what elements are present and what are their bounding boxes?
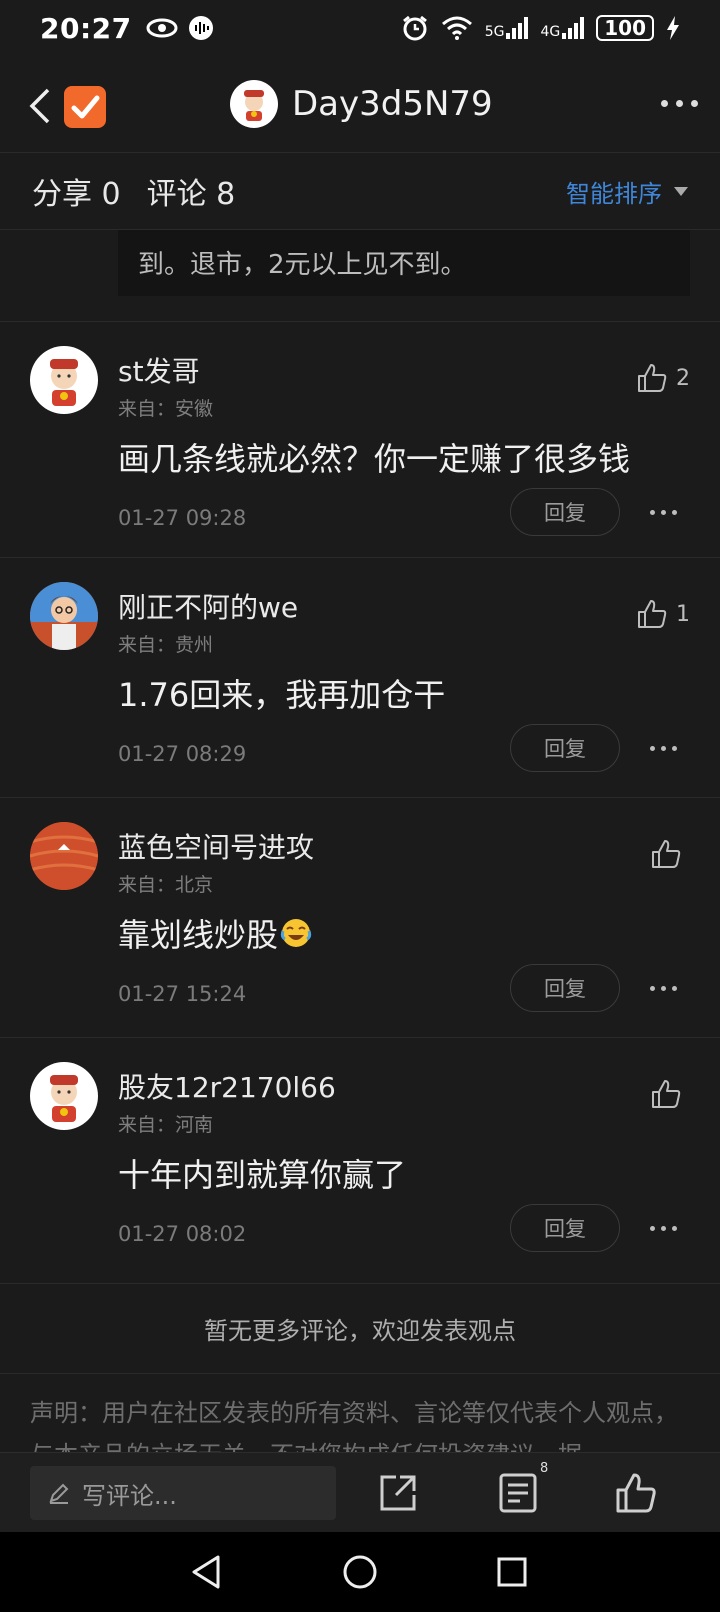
reply-button[interactable]: 回复 bbox=[510, 724, 620, 772]
thumbs-up-icon bbox=[652, 1080, 681, 1108]
commenter-location: 来自：河南 bbox=[118, 1114, 214, 1136]
reply-button[interactable]: 回复 bbox=[510, 1204, 620, 1252]
wifi-icon bbox=[441, 16, 472, 40]
thumbs-up-icon bbox=[652, 840, 681, 868]
app-logo-icon[interactable] bbox=[64, 86, 106, 128]
comment-more-icon[interactable] bbox=[650, 510, 677, 515]
comment-more-icon[interactable] bbox=[650, 1226, 677, 1231]
commenter-location: 来自：贵州 bbox=[118, 634, 214, 656]
commenter-avatar[interactable] bbox=[30, 582, 98, 650]
charging-icon bbox=[667, 16, 679, 40]
commenter-name[interactable]: 股友12r2170l66 bbox=[118, 1066, 336, 1106]
author-avatar[interactable] bbox=[230, 80, 278, 128]
signal-4g-icon: 4G bbox=[540, 17, 585, 39]
battery-indicator: 100 bbox=[596, 15, 654, 41]
comments-list-icon[interactable] bbox=[496, 1471, 540, 1515]
commenter-name[interactable]: st发哥 bbox=[118, 350, 200, 390]
nav-home-icon[interactable] bbox=[342, 1554, 378, 1590]
like-button[interactable] bbox=[650, 838, 690, 870]
comment-tabs: 分享 0 评论 8 智能排序 bbox=[0, 152, 720, 230]
top-nav: Day3d5N79 bbox=[0, 56, 720, 152]
like-button[interactable]: 1 bbox=[636, 598, 690, 630]
nav-recents-icon[interactable] bbox=[496, 1556, 528, 1588]
comment-text: 1.76回来，我再加仓干 bbox=[118, 676, 446, 714]
more-options-icon[interactable] bbox=[661, 100, 698, 107]
comment-time: 01-27 09:28 bbox=[118, 506, 247, 530]
comment-item: 刚正不阿的we 来自：贵州 1.76回来，我再加仓干 01-27 08:29 回… bbox=[0, 558, 720, 798]
like-count: 1 bbox=[676, 601, 690, 627]
commenter-avatar[interactable] bbox=[30, 346, 98, 414]
comment-more-icon[interactable] bbox=[650, 986, 677, 991]
status-time: 20:27 bbox=[40, 11, 132, 45]
back-arrow-icon[interactable] bbox=[26, 86, 56, 126]
comment-item: st发哥 来自：安徽 画几条线就必然？你一定赚了很多钱 01-27 09:28 … bbox=[0, 322, 720, 558]
page-title: Day3d5N79 bbox=[292, 84, 493, 124]
comment-text: 画几条线就必然？你一定赚了很多钱 bbox=[118, 440, 631, 478]
commenter-avatar[interactable] bbox=[30, 822, 98, 890]
tab-share[interactable]: 分享 0 bbox=[32, 169, 121, 213]
bottom-action-bar: 写评论... 8 bbox=[0, 1452, 720, 1532]
comment-time: 01-27 08:02 bbox=[118, 1222, 247, 1246]
comment-more-icon[interactable] bbox=[650, 746, 677, 751]
caret-down-icon bbox=[674, 186, 688, 196]
reply-button[interactable]: 回复 bbox=[510, 964, 620, 1012]
comment-text: 靠划线炒股 bbox=[118, 916, 279, 954]
nav-back-icon[interactable] bbox=[190, 1554, 222, 1590]
comment-time: 01-27 08:29 bbox=[118, 742, 247, 766]
tab-comments[interactable]: 评论 8 bbox=[147, 169, 236, 213]
commenter-location: 来自：安徽 bbox=[118, 398, 214, 420]
laughing-crying-emoji-icon bbox=[280, 917, 312, 957]
commenter-avatar[interactable] bbox=[30, 1062, 98, 1130]
comment-text-wrap: 靠划线炒股 bbox=[118, 910, 312, 957]
sort-dropdown[interactable]: 智能排序 bbox=[566, 174, 688, 209]
write-comment-placeholder: 写评论... bbox=[82, 1481, 177, 1510]
system-navigation-bar bbox=[0, 1532, 720, 1612]
alarm-icon bbox=[402, 15, 427, 41]
eye-icon bbox=[146, 18, 178, 38]
reply-button[interactable]: 回复 bbox=[510, 488, 620, 536]
comment-count-badge: 8 bbox=[540, 1461, 549, 1476]
quoted-snippet: 到。退市，2元以上见不到。 bbox=[118, 230, 690, 296]
quoted-snippet-area: 到。退市，2元以上见不到。 bbox=[0, 230, 720, 322]
like-count: 2 bbox=[676, 365, 690, 391]
no-more-comments: 暂无更多评论，欢迎发表观点 bbox=[0, 1284, 720, 1374]
sort-label: 智能排序 bbox=[566, 179, 662, 208]
comment-text: 十年内到就算你赢了 bbox=[118, 1156, 407, 1194]
like-button[interactable] bbox=[650, 1078, 690, 1110]
share-icon[interactable] bbox=[376, 1471, 420, 1515]
like-button[interactable]: 2 bbox=[636, 362, 690, 394]
disclaimer-text: 声明：用户在社区发表的所有资料、言论等仅代表个人观点，与本产品的立场无关，不对您… bbox=[30, 1399, 678, 1452]
thumbs-up-icon[interactable] bbox=[614, 1471, 658, 1515]
commenter-name[interactable]: 刚正不阿的we bbox=[118, 586, 298, 626]
voice-assistant-icon bbox=[188, 16, 213, 40]
commenter-name[interactable]: 蓝色空间号进攻 bbox=[118, 826, 314, 866]
thumbs-up-icon bbox=[638, 364, 667, 392]
write-comment-input[interactable]: 写评论... bbox=[30, 1466, 336, 1520]
pencil-icon bbox=[49, 1483, 69, 1504]
commenter-location: 来自：北京 bbox=[118, 874, 214, 896]
thumbs-up-icon bbox=[638, 600, 667, 628]
comment-time: 01-27 15:24 bbox=[118, 982, 247, 1006]
status-bar: 20:27 5G 4G 100 bbox=[0, 0, 720, 56]
signal-5g-icon: 5G bbox=[485, 17, 529, 39]
comment-item: 股友12r2170l66 来自：河南 十年内到就算你赢了 01-27 08:02… bbox=[0, 1038, 720, 1284]
comment-item: 蓝色空间号进攻 来自：北京 靠划线炒股 01-27 15:24 回复 bbox=[0, 798, 720, 1038]
